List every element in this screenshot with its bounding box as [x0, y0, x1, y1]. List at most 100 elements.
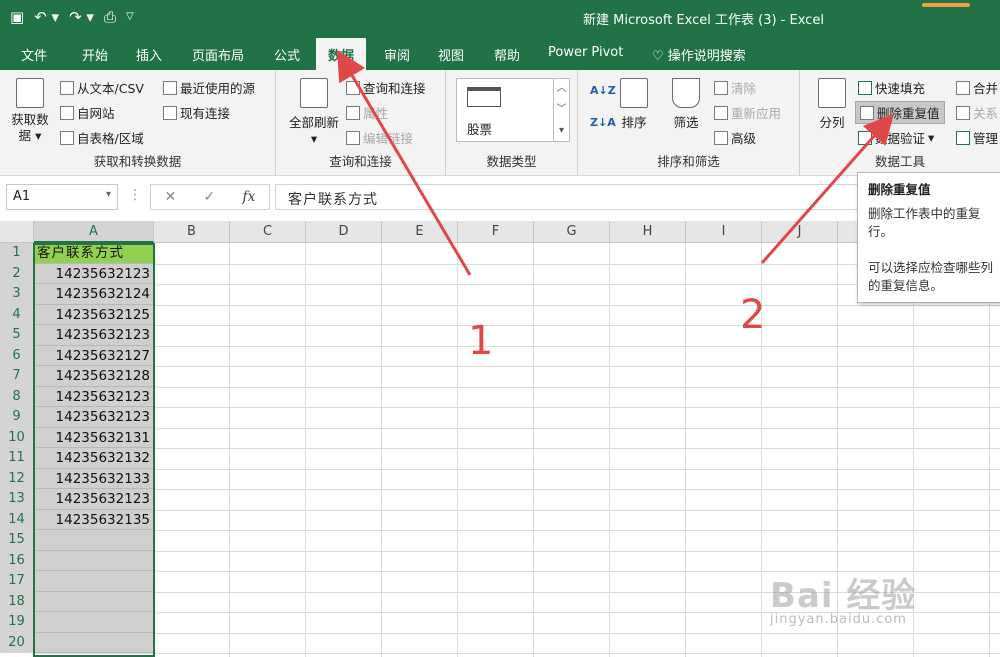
gallery-up-icon[interactable]: ︿ — [553, 79, 569, 100]
cell-a[interactable]: 14235632131 — [34, 427, 154, 448]
row-header[interactable]: 3 — [0, 284, 34, 305]
tab-power-pivot[interactable]: Power Pivot — [548, 45, 623, 60]
row-header[interactable]: 18 — [0, 591, 34, 612]
select-all-corner[interactable] — [0, 221, 34, 243]
row-header[interactable]: 10 — [0, 427, 34, 448]
queries-connections-button[interactable]: 查询和连接 — [346, 78, 426, 97]
remove-duplicates-button[interactable]: 删除重复值 — [855, 101, 945, 124]
insert-function-icon[interactable]: fx — [242, 189, 255, 205]
cell-a[interactable]: 14235632132 — [34, 448, 154, 469]
tab-insert[interactable]: 插入 — [136, 45, 162, 64]
relationships-button[interactable]: 关系 — [956, 103, 998, 122]
cell-a[interactable]: 14235632123 — [34, 407, 154, 428]
cell-a[interactable] — [34, 571, 154, 592]
edit-links-button[interactable]: 编辑链接 — [346, 128, 413, 147]
tab-page-layout[interactable]: 页面布局 — [192, 45, 244, 64]
column-header-a[interactable]: A — [34, 221, 154, 243]
cell-a[interactable] — [34, 530, 154, 551]
filter-button[interactable]: 筛选 — [668, 78, 704, 131]
row-header[interactable]: 19 — [0, 612, 34, 633]
sort-button[interactable]: 排序 — [616, 78, 652, 131]
row-header[interactable]: 4 — [0, 304, 34, 325]
print-preview-icon[interactable]: ⎙ — [104, 6, 116, 28]
properties-button[interactable]: 属性 — [346, 103, 388, 122]
consolidate-button[interactable]: 合并 — [956, 78, 998, 97]
sort-za-button[interactable]: Z↓A — [590, 116, 616, 129]
column-header-h[interactable]: H — [610, 221, 686, 243]
save-icon[interactable]: ▣ — [10, 6, 24, 28]
cell-a[interactable] — [34, 632, 154, 653]
row-header[interactable]: 2 — [0, 263, 34, 284]
tab-file[interactable]: 文件 — [21, 45, 47, 64]
chevron-down-icon[interactable]: ▾ — [106, 189, 111, 200]
tab-home[interactable]: 开始 — [82, 45, 108, 64]
cell-a[interactable]: 14235632123 — [34, 325, 154, 346]
advanced-button[interactable]: 高级 — [714, 128, 756, 147]
cell-a[interactable]: 14235632123 — [34, 489, 154, 510]
flash-fill-button[interactable]: 快速填充 — [858, 78, 925, 97]
tab-data[interactable]: 数据 — [316, 38, 367, 70]
row-header[interactable]: 14 — [0, 509, 34, 530]
data-validation-button[interactable]: 数据验证 ▾ — [858, 128, 934, 147]
row-header[interactable]: 11 — [0, 448, 34, 469]
column-header-j[interactable]: J — [762, 221, 838, 243]
row-header[interactable]: 5 — [0, 325, 34, 346]
tab-tell-me[interactable]: ♡ 操作说明搜索 — [652, 45, 746, 64]
recent-sources-button[interactable]: 最近使用的源 — [163, 78, 255, 97]
column-header-e[interactable]: E — [382, 221, 458, 243]
cell-a[interactable]: 14235632133 — [34, 468, 154, 489]
column-header-f[interactable]: F — [458, 221, 534, 243]
cell-a[interactable]: 14235632135 — [34, 509, 154, 530]
column-header-c[interactable]: C — [230, 221, 306, 243]
row-header[interactable]: 9 — [0, 407, 34, 428]
row-header[interactable]: 6 — [0, 345, 34, 366]
cell-a[interactable]: 14235632123 — [34, 263, 154, 284]
row-header[interactable]: 7 — [0, 366, 34, 387]
reapply-button[interactable]: 重新应用 — [714, 103, 781, 122]
cell-a[interactable] — [34, 612, 154, 633]
tab-view[interactable]: 视图 — [438, 45, 464, 64]
column-header-i[interactable]: I — [686, 221, 762, 243]
cell-a[interactable] — [34, 550, 154, 571]
customize-qat-icon[interactable]: ▽ — [126, 6, 134, 28]
manage-data-model-button[interactable]: 管理 — [956, 128, 998, 147]
cell-a[interactable]: 14235632125 — [34, 304, 154, 325]
column-header-b[interactable]: B — [154, 221, 230, 243]
resize-handle-icon[interactable]: ⋮ — [128, 187, 142, 203]
column-header-d[interactable]: D — [306, 221, 382, 243]
row-header[interactable]: 12 — [0, 468, 34, 489]
stock-data-type-gallery[interactable]: 股票 ︿ ﹀ ▾ — [456, 78, 570, 142]
refresh-all-button[interactable]: 全部刷新 ▾ — [284, 78, 344, 146]
from-web-button[interactable]: 自网站 — [60, 103, 115, 122]
row-header[interactable]: 13 — [0, 489, 34, 510]
row-header[interactable]: 16 — [0, 550, 34, 571]
gallery-more-icon[interactable]: ▾ — [553, 121, 569, 142]
cell-a[interactable]: 14235632127 — [34, 345, 154, 366]
existing-connections-button[interactable]: 现有连接 — [163, 103, 230, 122]
cell-a[interactable]: 14235632128 — [34, 366, 154, 387]
row-header[interactable]: 17 — [0, 571, 34, 592]
cell-a[interactable]: 14235632123 — [34, 386, 154, 407]
column-header-g[interactable]: G — [534, 221, 610, 243]
clear-button[interactable]: 清除 — [714, 78, 756, 97]
text-to-columns-button[interactable]: 分列 — [812, 78, 852, 131]
row-header[interactable]: 1 — [0, 243, 34, 264]
row-header[interactable]: 20 — [0, 632, 34, 653]
name-box[interactable]: A1 ▾ — [6, 184, 118, 210]
undo-icon[interactable]: ↶ ▾ — [34, 6, 59, 28]
gallery-down-icon[interactable]: ﹀ — [553, 100, 569, 121]
tab-help[interactable]: 帮助 — [494, 45, 520, 64]
sort-az-button[interactable]: A↓Z — [590, 84, 616, 97]
from-text-csv-button[interactable]: 从文本/CSV — [60, 78, 144, 97]
enter-icon[interactable]: ✓ — [203, 189, 215, 205]
row-header[interactable]: 8 — [0, 386, 34, 407]
tab-formulas[interactable]: 公式 — [274, 45, 300, 64]
row-header[interactable]: 15 — [0, 530, 34, 551]
cancel-icon[interactable]: ✕ — [165, 189, 177, 205]
cell-a[interactable] — [34, 591, 154, 612]
cell-a[interactable]: 14235632124 — [34, 284, 154, 305]
redo-icon[interactable]: ↷ ▾ — [69, 6, 94, 28]
cell-a1-header[interactable]: 客户联系方式 — [34, 243, 154, 264]
from-table-button[interactable]: 自表格/区域 — [60, 128, 144, 147]
get-data-button[interactable]: 获取数据 ▾ — [8, 78, 52, 144]
